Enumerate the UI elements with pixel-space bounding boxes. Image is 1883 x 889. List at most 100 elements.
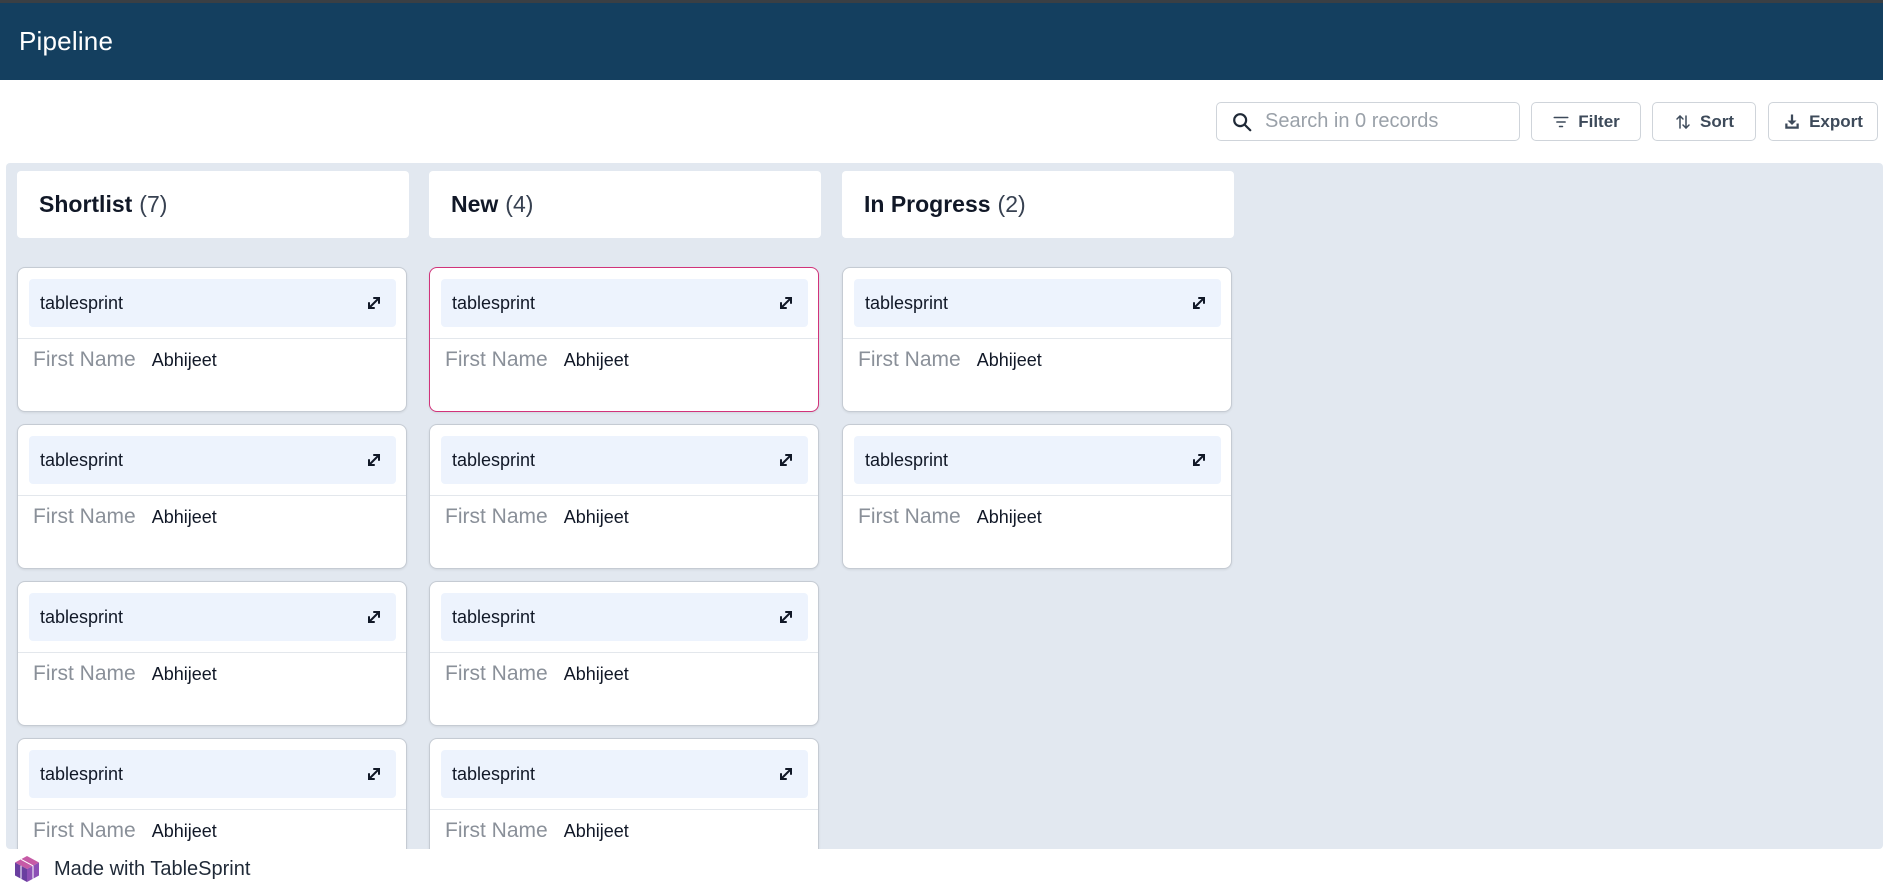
record-card[interactable]: tablesprint First Name Abhijeet (842, 267, 1232, 412)
field-value: Abhijeet (151, 507, 217, 527)
card-field: First Name Abhijeet (445, 662, 629, 686)
record-card[interactable]: tablesprint First Name Abhijeet (17, 738, 407, 849)
field-label: First Name (445, 819, 548, 842)
card-divider (430, 652, 818, 653)
filter-icon (1553, 116, 1569, 127)
card-field: First Name Abhijeet (445, 505, 629, 529)
export-button[interactable]: Export (1768, 102, 1878, 141)
card-header: tablesprint (29, 436, 396, 484)
card-divider (430, 338, 818, 339)
expand-icon[interactable] (776, 450, 796, 470)
card-header: tablesprint (441, 593, 808, 641)
field-label: First Name (858, 505, 961, 528)
field-label: First Name (33, 505, 136, 528)
footer-bar: Made with TableSprint (0, 849, 1883, 889)
card-header: tablesprint (29, 750, 396, 798)
record-card[interactable]: tablesprint First Name Abhijeet (842, 424, 1232, 569)
search-box[interactable] (1216, 102, 1520, 141)
card-header: tablesprint (441, 750, 808, 798)
expand-icon[interactable] (1189, 293, 1209, 313)
card-divider (18, 809, 406, 810)
filter-button-label: Filter (1578, 111, 1620, 131)
card-title: tablesprint (40, 606, 124, 627)
card-divider (430, 495, 818, 496)
field-label: First Name (445, 505, 548, 528)
column-header: New (4) (429, 171, 821, 238)
expand-icon[interactable] (364, 607, 384, 627)
card-title: tablesprint (40, 449, 124, 470)
card-list: tablesprint First Name Abhijeet tablespr… (429, 267, 821, 849)
export-button-label: Export (1809, 111, 1863, 131)
sort-button[interactable]: Sort (1652, 102, 1756, 141)
card-header: tablesprint (854, 436, 1221, 484)
field-label: First Name (33, 662, 136, 685)
record-card-selected[interactable]: tablesprint First Name Abhijeet (429, 267, 819, 412)
page-title: Pipeline (19, 26, 114, 56)
card-divider (843, 495, 1231, 496)
expand-icon[interactable] (364, 293, 384, 313)
sort-icon (1676, 114, 1690, 129)
search-icon (1233, 112, 1252, 131)
field-value: Abhijeet (151, 664, 217, 684)
card-field: First Name Abhijeet (33, 348, 217, 372)
expand-icon[interactable] (776, 607, 796, 627)
card-divider (18, 652, 406, 653)
field-value: Abhijeet (151, 350, 217, 370)
card-title: tablesprint (452, 292, 536, 313)
card-list: tablesprint First Name Abhijeet tablespr… (17, 267, 409, 849)
card-title: tablesprint (865, 449, 949, 470)
field-label: First Name (33, 348, 136, 371)
column-title: New (451, 191, 499, 217)
field-value: Abhijeet (151, 821, 217, 841)
record-card[interactable]: tablesprint First Name Abhijeet (17, 581, 407, 726)
expand-icon[interactable] (776, 764, 796, 784)
card-divider (18, 338, 406, 339)
card-header: tablesprint (29, 593, 396, 641)
filter-button[interactable]: Filter (1531, 102, 1641, 141)
sort-button-label: Sort (1700, 111, 1734, 131)
card-divider (430, 809, 818, 810)
record-card[interactable]: tablesprint First Name Abhijeet (429, 738, 819, 849)
record-card[interactable]: tablesprint First Name Abhijeet (17, 267, 407, 412)
card-field: First Name Abhijeet (33, 662, 217, 686)
card-field: First Name Abhijeet (858, 505, 1042, 529)
column-title: In Progress (864, 191, 991, 217)
expand-icon[interactable] (776, 293, 796, 313)
card-field: First Name Abhijeet (445, 819, 629, 843)
download-icon (1785, 114, 1799, 129)
made-with-tablesprint[interactable]: Made with TableSprint (54, 858, 250, 881)
column-count: (2) (997, 191, 1026, 217)
record-card[interactable]: tablesprint First Name Abhijeet (429, 424, 819, 569)
card-title: tablesprint (40, 292, 124, 313)
card-header: tablesprint (441, 279, 808, 327)
card-header: tablesprint (29, 279, 396, 327)
card-title: tablesprint (452, 763, 536, 784)
field-value: Abhijeet (563, 821, 629, 841)
card-divider (843, 338, 1231, 339)
card-divider (18, 495, 406, 496)
card-title: tablesprint (452, 606, 536, 627)
column-header: In Progress (2) (842, 171, 1234, 238)
expand-icon[interactable] (364, 450, 384, 470)
column-in-progress: In Progress (2) tablesprint First Name A… (842, 171, 1234, 581)
card-field: First Name Abhijeet (33, 819, 217, 843)
column-count: (4) (505, 191, 534, 217)
field-label: First Name (858, 348, 961, 371)
card-title: tablesprint (452, 449, 536, 470)
search-input[interactable] (1265, 110, 1505, 133)
card-field: First Name Abhijeet (858, 348, 1042, 372)
record-card[interactable]: tablesprint First Name Abhijeet (429, 581, 819, 726)
card-field: First Name Abhijeet (445, 348, 629, 372)
record-card[interactable]: tablesprint First Name Abhijeet (17, 424, 407, 569)
card-list: tablesprint First Name Abhijeet tablespr… (842, 267, 1234, 569)
column-count: (7) (139, 191, 168, 217)
expand-icon[interactable] (364, 764, 384, 784)
card-header: tablesprint (441, 436, 808, 484)
column-title: Shortlist (39, 191, 133, 217)
field-value: Abhijeet (563, 507, 629, 527)
card-title: tablesprint (40, 763, 124, 784)
expand-icon[interactable] (1189, 450, 1209, 470)
card-header: tablesprint (854, 279, 1221, 327)
column-header: Shortlist (7) (17, 171, 409, 238)
field-label: First Name (33, 819, 136, 842)
